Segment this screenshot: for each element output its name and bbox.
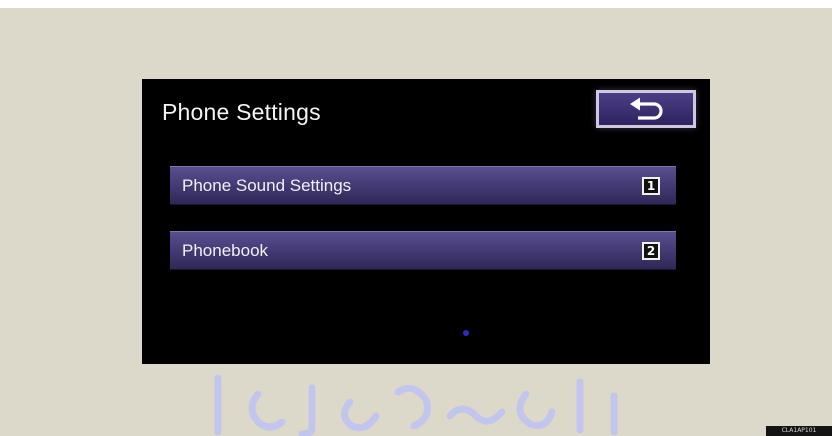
menu-item-label: Phone Sound Settings — [182, 175, 352, 195]
figure-code-label: CLA1AP101 — [766, 426, 832, 436]
menu-item-label: Phonebook — [182, 240, 269, 260]
number-badge: 2 — [642, 242, 660, 260]
page: Phone Settings Phone Sound Settings 1 Ph… — [0, 0, 832, 436]
back-button[interactable] — [596, 90, 696, 128]
watermark-dot — [463, 330, 469, 336]
page-title: Phone Settings — [162, 99, 321, 125]
phonebook-button[interactable]: Phonebook 2 — [170, 231, 676, 270]
phone-sound-settings-button[interactable]: Phone Sound Settings 1 — [170, 166, 676, 205]
back-arrow-icon — [630, 97, 663, 120]
top-border — [0, 0, 832, 8]
display-screen: Phone Settings Phone Sound Settings 1 Ph… — [142, 79, 710, 364]
watermark-logo — [214, 374, 618, 436]
number-badge: 1 — [642, 177, 660, 195]
